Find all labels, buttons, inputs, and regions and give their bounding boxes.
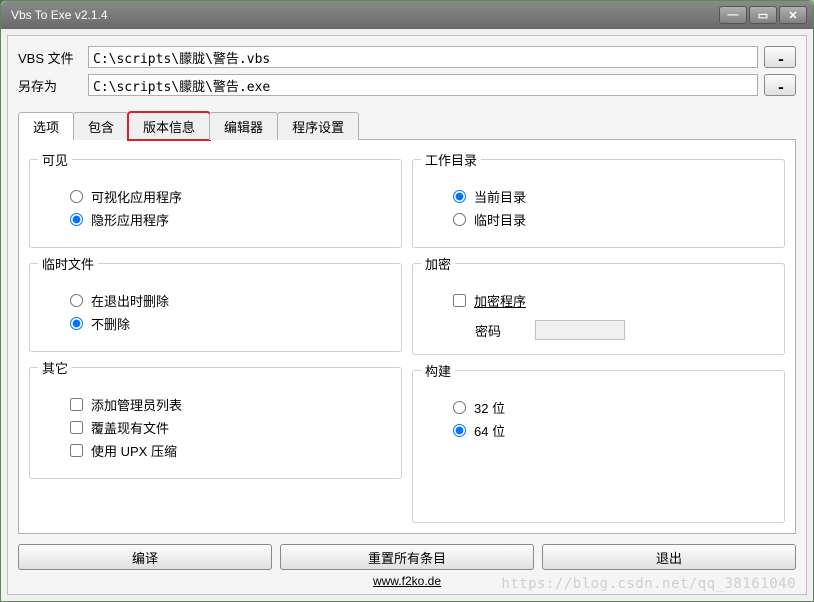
tab-include[interactable]: 包含 <box>73 112 129 140</box>
encrypt-group: 加密 加密程序 密码 <box>412 254 785 355</box>
radio-invisible-app[interactable]: 隐形应用程序 <box>70 210 387 229</box>
saveas-label: 另存为 <box>18 76 88 95</box>
close-button[interactable]: ✕ <box>779 6 807 24</box>
radio-no-delete[interactable]: 不删除 <box>70 314 387 333</box>
password-input[interactable] <box>535 320 625 340</box>
radio-64bit[interactable]: 64 位 <box>453 421 770 440</box>
radio-no-delete-label: 不删除 <box>91 314 130 333</box>
radio-invisible-app-label: 隐形应用程序 <box>91 210 169 229</box>
check-encrypt-label: 加密程序 <box>474 291 526 310</box>
vbs-file-input[interactable] <box>88 46 758 68</box>
radio-current-dir[interactable]: 当前目录 <box>453 187 770 206</box>
visibility-legend: 可见 <box>38 150 72 169</box>
check-admin-manifest-label: 添加管理员列表 <box>91 395 182 414</box>
tempfiles-legend: 临时文件 <box>38 254 98 273</box>
check-overwrite[interactable]: 覆盖现有文件 <box>70 418 387 437</box>
titlebar: Vbs To Exe v2.1.4 — ▭ ✕ <box>1 1 813 29</box>
radio-64bit-input[interactable] <box>453 424 466 437</box>
radio-delete-on-exit-label: 在退出时删除 <box>91 291 169 310</box>
check-overwrite-input[interactable] <box>70 421 83 434</box>
radio-32bit-input[interactable] <box>453 401 466 414</box>
radio-32bit[interactable]: 32 位 <box>453 398 770 417</box>
exit-button[interactable]: 退出 <box>542 544 796 570</box>
reset-button[interactable]: 重置所有条目 <box>280 544 534 570</box>
maximize-button[interactable]: ▭ <box>749 6 777 24</box>
minimize-button[interactable]: — <box>719 6 747 24</box>
build-legend: 构建 <box>421 361 455 380</box>
visibility-group: 可见 可视化应用程序 隐形应用程序 <box>29 150 402 248</box>
radio-delete-on-exit-input[interactable] <box>70 294 83 307</box>
check-encrypt[interactable]: 加密程序 <box>453 291 770 310</box>
tab-bar: 选项 包含 版本信息 编辑器 程序设置 <box>18 112 796 140</box>
radio-temp-dir-label: 临时目录 <box>474 210 526 229</box>
left-column: 可见 可视化应用程序 隐形应用程序 临时文件 在退出时删除 <box>29 150 402 523</box>
other-group: 其它 添加管理员列表 覆盖现有文件 使用 UPX 压缩 <box>29 358 402 479</box>
build-group: 构建 32 位 64 位 <box>412 361 785 523</box>
radio-32bit-label: 32 位 <box>474 398 505 417</box>
radio-temp-dir[interactable]: 临时目录 <box>453 210 770 229</box>
radio-current-dir-label: 当前目录 <box>474 187 526 206</box>
check-admin-manifest-input[interactable] <box>70 398 83 411</box>
app-window: Vbs To Exe v2.1.4 — ▭ ✕ VBS 文件 ... 另存为 .… <box>0 0 814 602</box>
radio-64bit-label: 64 位 <box>474 421 505 440</box>
radio-invisible-app-input[interactable] <box>70 213 83 226</box>
window-title: Vbs To Exe v2.1.4 <box>7 8 717 22</box>
compile-button[interactable]: 编译 <box>18 544 272 570</box>
check-admin-manifest[interactable]: 添加管理员列表 <box>70 395 387 414</box>
encrypt-legend: 加密 <box>421 254 455 273</box>
vbs-file-row: VBS 文件 ... <box>18 46 796 68</box>
radio-visible-app-input[interactable] <box>70 190 83 203</box>
saveas-input[interactable] <box>88 74 758 96</box>
saveas-row: 另存为 ... <box>18 74 796 96</box>
radio-visible-app-label: 可视化应用程序 <box>91 187 182 206</box>
footer-link[interactable]: www.f2ko.de <box>373 574 441 588</box>
check-overwrite-label: 覆盖现有文件 <box>91 418 169 437</box>
check-encrypt-input[interactable] <box>453 294 466 307</box>
password-label: 密码 <box>475 321 535 340</box>
radio-current-dir-input[interactable] <box>453 190 466 203</box>
check-upx-label: 使用 UPX 压缩 <box>91 441 177 460</box>
content-area: VBS 文件 ... 另存为 ... 选项 包含 版本信息 编辑器 程序设置 可… <box>7 35 807 595</box>
vbs-browse-button[interactable]: ... <box>764 46 796 68</box>
tab-version-info[interactable]: 版本信息 <box>128 112 210 140</box>
workingdir-legend: 工作目录 <box>421 150 481 169</box>
vbs-file-label: VBS 文件 <box>18 48 88 67</box>
tempfiles-group: 临时文件 在退出时删除 不删除 <box>29 254 402 352</box>
saveas-browse-button[interactable]: ... <box>764 74 796 96</box>
right-column: 工作目录 当前目录 临时目录 加密 加密程序 <box>412 150 785 523</box>
tab-editor[interactable]: 编辑器 <box>209 112 278 140</box>
other-legend: 其它 <box>38 358 72 377</box>
workingdir-group: 工作目录 当前目录 临时目录 <box>412 150 785 248</box>
check-upx-input[interactable] <box>70 444 83 457</box>
radio-no-delete-input[interactable] <box>70 317 83 330</box>
options-panel: 可见 可视化应用程序 隐形应用程序 临时文件 在退出时删除 <box>18 139 796 534</box>
radio-delete-on-exit[interactable]: 在退出时删除 <box>70 291 387 310</box>
tab-settings[interactable]: 程序设置 <box>277 112 359 140</box>
radio-visible-app[interactable]: 可视化应用程序 <box>70 187 387 206</box>
bottom-button-bar: 编译 重置所有条目 退出 <box>18 544 796 570</box>
password-row: 密码 <box>453 320 770 340</box>
footer: www.f2ko.de <box>18 570 796 588</box>
check-upx[interactable]: 使用 UPX 压缩 <box>70 441 387 460</box>
tab-options[interactable]: 选项 <box>18 112 74 140</box>
radio-temp-dir-input[interactable] <box>453 213 466 226</box>
